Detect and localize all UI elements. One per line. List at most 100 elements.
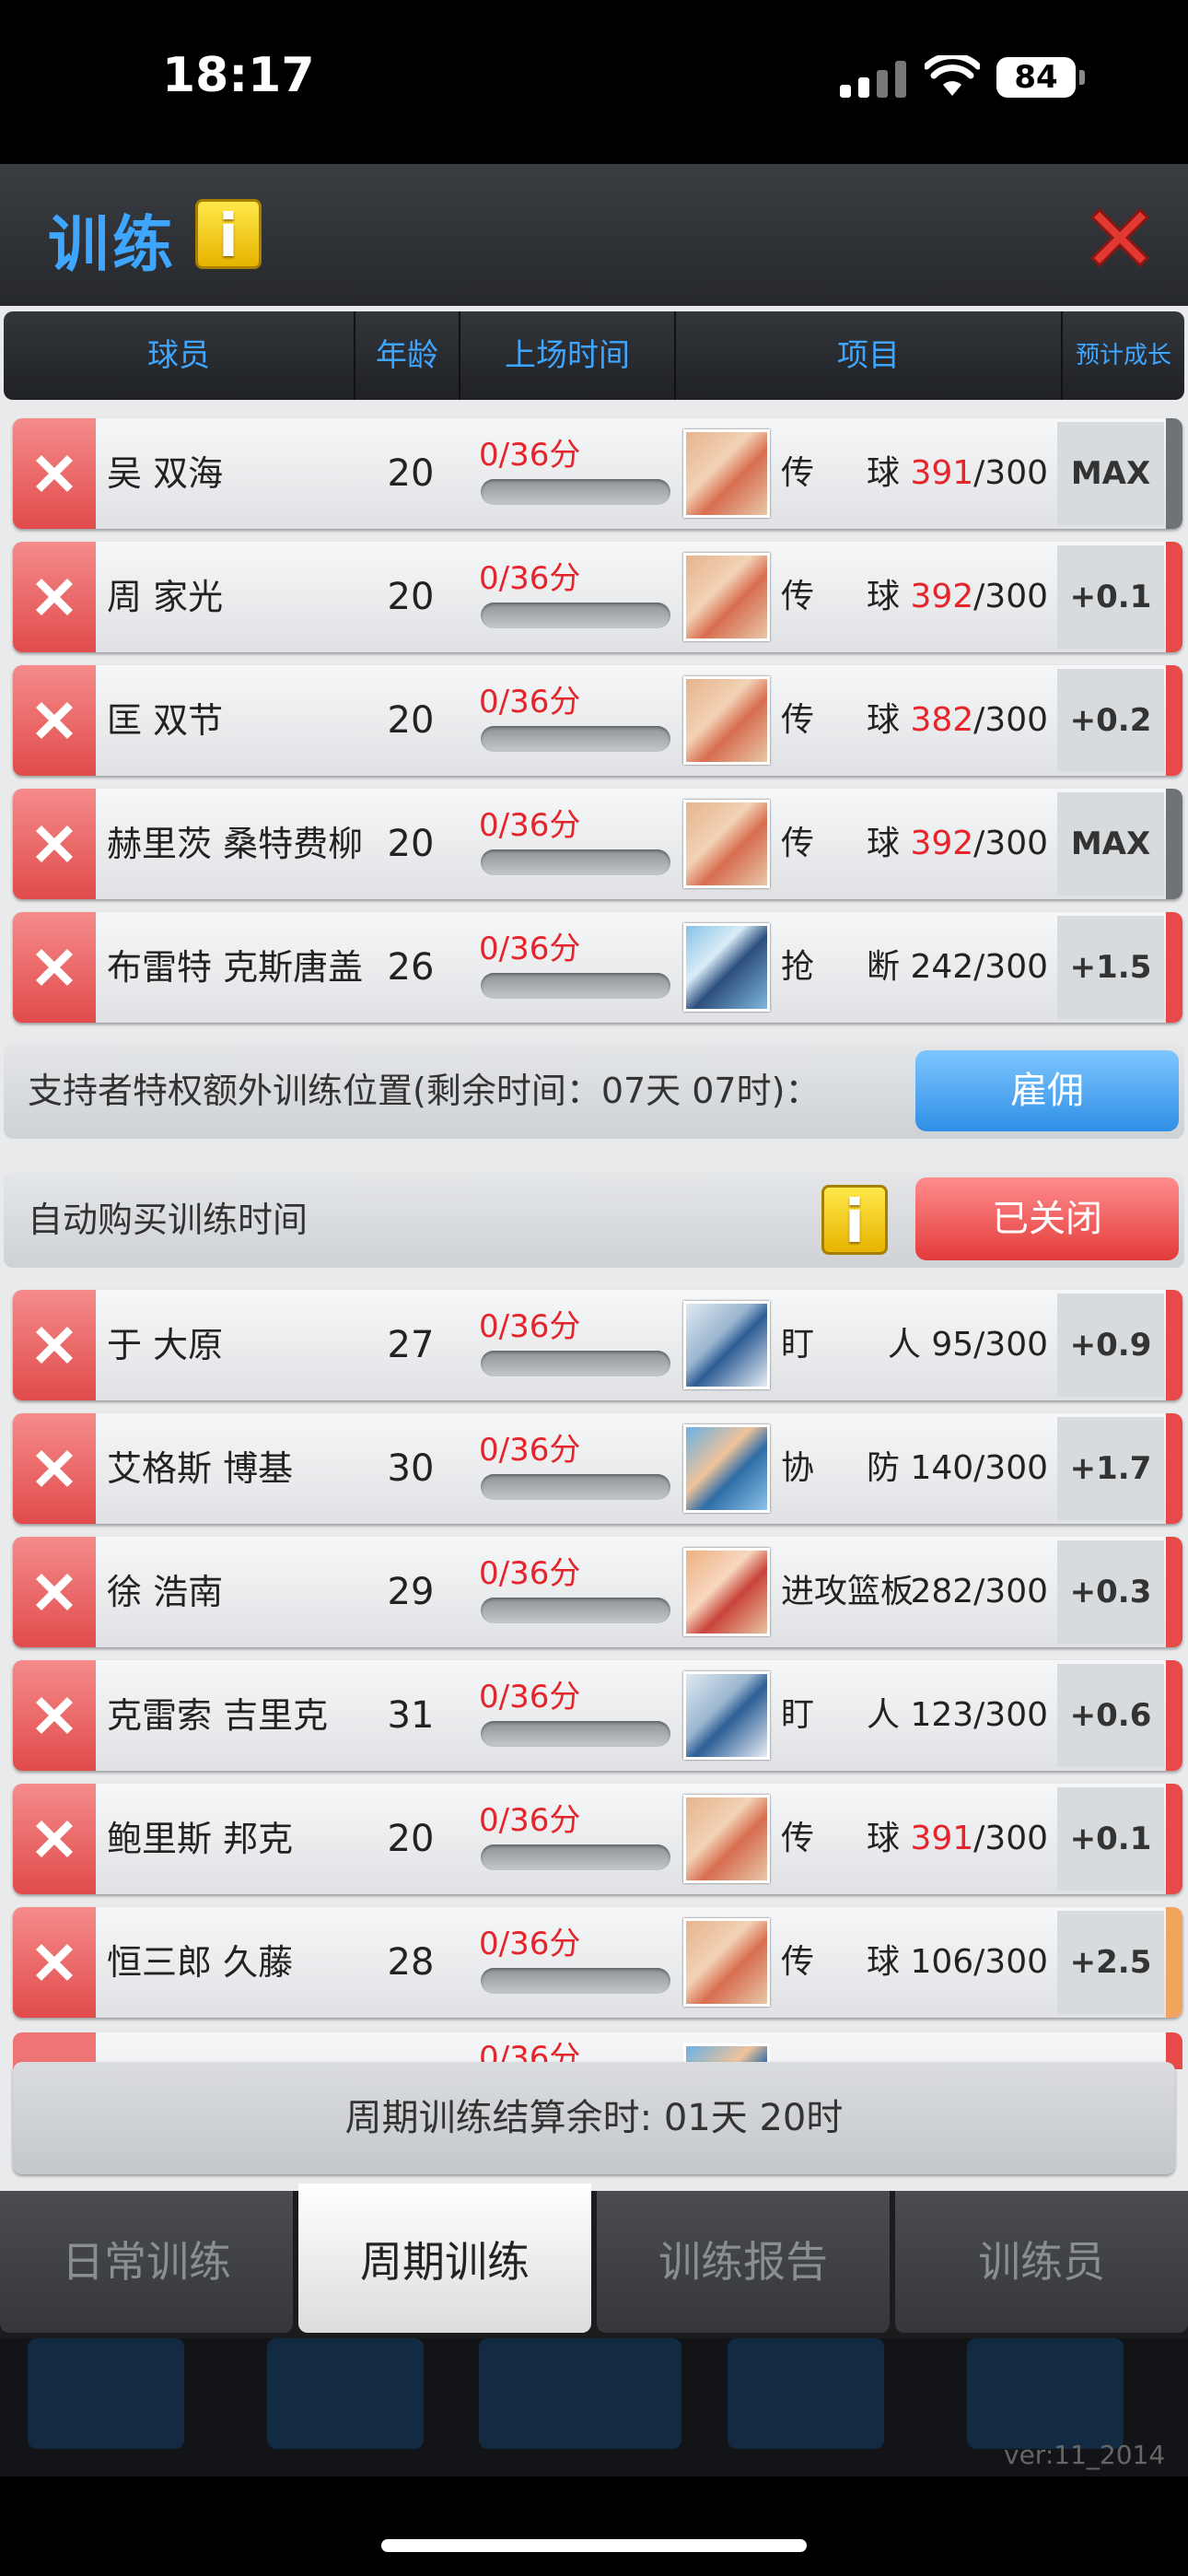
- remove-icon: [36, 1574, 73, 1610]
- battery-tip: [1079, 70, 1085, 85]
- skill-name-end: 球: [866, 1943, 900, 1981]
- skill-thumbnail[interactable]: [683, 1795, 770, 1883]
- remove-player-button[interactable]: [13, 665, 96, 776]
- skill-value: 人 123/300: [867, 1660, 1048, 1771]
- skill-value: 人 95/300: [888, 1290, 1048, 1400]
- remove-player-button[interactable]: [13, 1660, 96, 1771]
- playtime-label: 0/36分: [479, 1308, 581, 1345]
- remove-icon: [36, 455, 73, 492]
- player-name: 艾格斯 博基: [107, 1448, 294, 1489]
- remove-icon: [36, 949, 73, 986]
- playtime-bar: [481, 1474, 670, 1500]
- table-row[interactable]: 布雷特 克斯唐盖 26 0/36分 抢 断 242/300 +1.5: [13, 912, 1182, 1023]
- expected-growth: +0.1: [1057, 1787, 1164, 1891]
- player-name: 吴 双海: [107, 453, 224, 494]
- player-name: 布雷特 克斯唐盖: [107, 947, 364, 988]
- skill-thumbnail[interactable]: [683, 1424, 770, 1513]
- remove-player-button[interactable]: [13, 418, 96, 529]
- playtime-bar: [481, 1351, 670, 1376]
- table-row[interactable]: 恒三郎 久藤 28 0/36分 传 球 106/300 +2.5: [13, 1907, 1182, 2018]
- playtime-label: 0/36分: [479, 437, 581, 474]
- remove-player-button[interactable]: [13, 789, 96, 899]
- row-edge-indicator: [1166, 418, 1182, 529]
- close-icon[interactable]: [1083, 201, 1157, 275]
- tab-daily-training[interactable]: 日常训练: [0, 2191, 293, 2333]
- title-bar: 训练 i: [0, 164, 1188, 306]
- player-name: 克雷索 吉里克: [107, 1695, 329, 1736]
- player-age: 27: [387, 1324, 435, 1366]
- row-edge-indicator: [1166, 1660, 1182, 1771]
- table-row[interactable]: 赫里茨 桑特费柳 20 0/36分 传 球 392/300 MAX: [13, 789, 1182, 899]
- table-row[interactable]: 吴 双海 20 0/36分 传 球 391/300 MAX: [13, 418, 1182, 529]
- expected-growth: MAX: [1057, 422, 1164, 525]
- battery-icon: 84: [996, 57, 1076, 98]
- background-game-nav: ver:11_2014: [0, 2338, 1188, 2476]
- page-title: 训练: [48, 209, 177, 280]
- player-name: 恒三郎 久藤: [107, 1942, 294, 1983]
- table-row[interactable]: 克雷索 吉里克 31 0/36分 盯 人 123/300 +0.6: [13, 1660, 1182, 1771]
- period-settlement-bar: 周期训练结算余时: 01天 20时: [13, 2062, 1175, 2174]
- tab-period-training[interactable]: 周期训练: [298, 2184, 591, 2333]
- tab-trainers[interactable]: 训练员: [895, 2191, 1188, 2333]
- auto-buy-banner: 自动购买训练时间 i 已关闭: [4, 1172, 1184, 1268]
- player-age: 20: [387, 576, 435, 618]
- skill-thumbnail[interactable]: [683, 553, 770, 641]
- info-icon[interactable]: i: [195, 199, 262, 271]
- skill-max: /300: [973, 1326, 1048, 1364]
- auto-buy-text: 自动购买训练时间: [28, 1200, 309, 1240]
- skill-thumbnail[interactable]: [683, 1671, 770, 1760]
- player-name: 鲍里斯 邦克: [107, 1819, 294, 1859]
- playtime-bar: [481, 1721, 670, 1747]
- player-name: 匡 双节: [107, 700, 224, 741]
- remove-player-button[interactable]: [13, 912, 96, 1023]
- skill-current: 95: [931, 1326, 974, 1364]
- skill-current: 392: [910, 825, 974, 862]
- playtime-bar: [481, 603, 670, 628]
- remove-player-button[interactable]: [13, 1537, 96, 1647]
- skill-current: 106: [910, 1943, 974, 1981]
- table-row[interactable]: 艾格斯 博基 30 0/36分 协 防 140/300 +1.7: [13, 1413, 1182, 1524]
- skill-current: 140: [910, 1449, 974, 1487]
- player-age: 20: [387, 823, 435, 865]
- player-age: 31: [387, 1694, 435, 1737]
- table-row[interactable]: 于 大原 27 0/36分 盯 人 95/300 +0.9: [13, 1290, 1182, 1400]
- col-age: 年龄: [355, 311, 460, 400]
- playtime-label: 0/36分: [479, 684, 581, 720]
- auto-buy-info-icon[interactable]: i: [821, 1185, 888, 1257]
- auto-buy-toggle-button[interactable]: 已关闭: [915, 1177, 1179, 1260]
- table-row[interactable]: 周 家光 20 0/36分 传 球 392/300 +0.1: [13, 542, 1182, 652]
- table-row[interactable]: 徐 浩南 29 0/36分 进攻篮板 282/300 +0.3: [13, 1537, 1182, 1647]
- remove-player-button[interactable]: [13, 1784, 96, 1894]
- tab-training-report[interactable]: 训练报告: [597, 2191, 890, 2333]
- skill-thumbnail[interactable]: [683, 429, 770, 518]
- skill-max: /300: [973, 1696, 1048, 1734]
- skill-name: 盯: [781, 1696, 815, 1734]
- skill-thumbnail[interactable]: [683, 1548, 770, 1636]
- player-name: 于 大原: [107, 1325, 224, 1365]
- playtime-label: 0/36分: [479, 560, 581, 597]
- remove-player-button[interactable]: [13, 1907, 96, 2018]
- col-item: 项目: [676, 311, 1063, 400]
- skill-name-end: 球: [866, 1820, 900, 1857]
- skill-thumbnail[interactable]: [683, 923, 770, 1012]
- skill-current: 123: [910, 1696, 974, 1734]
- player-age: 30: [387, 1447, 435, 1490]
- hire-button[interactable]: 雇佣: [915, 1050, 1179, 1131]
- skill-thumbnail[interactable]: [683, 1918, 770, 2007]
- skill-name: 传: [781, 1820, 815, 1857]
- home-indicator[interactable]: [381, 2539, 807, 2552]
- table-row[interactable]: 鲍里斯 邦克 20 0/36分 传 球 391/300 +0.1: [13, 1784, 1182, 1894]
- remove-player-button[interactable]: [13, 542, 96, 652]
- expected-growth: +2.5: [1057, 1911, 1164, 2014]
- table-row[interactable]: 匡 双节 20 0/36分 传 球 382/300 +0.2: [13, 665, 1182, 776]
- skill-current: 282: [910, 1573, 974, 1610]
- playtime-label: 0/36分: [479, 1432, 581, 1469]
- skill-thumbnail[interactable]: [683, 800, 770, 888]
- skill-thumbnail[interactable]: [683, 1301, 770, 1389]
- skill-name: 传: [781, 825, 815, 862]
- remove-player-button[interactable]: [13, 1290, 96, 1400]
- playtime-label: 0/36分: [479, 807, 581, 844]
- remove-player-button[interactable]: [13, 1413, 96, 1524]
- skill-name-end: 断: [866, 948, 900, 986]
- skill-thumbnail[interactable]: [683, 676, 770, 765]
